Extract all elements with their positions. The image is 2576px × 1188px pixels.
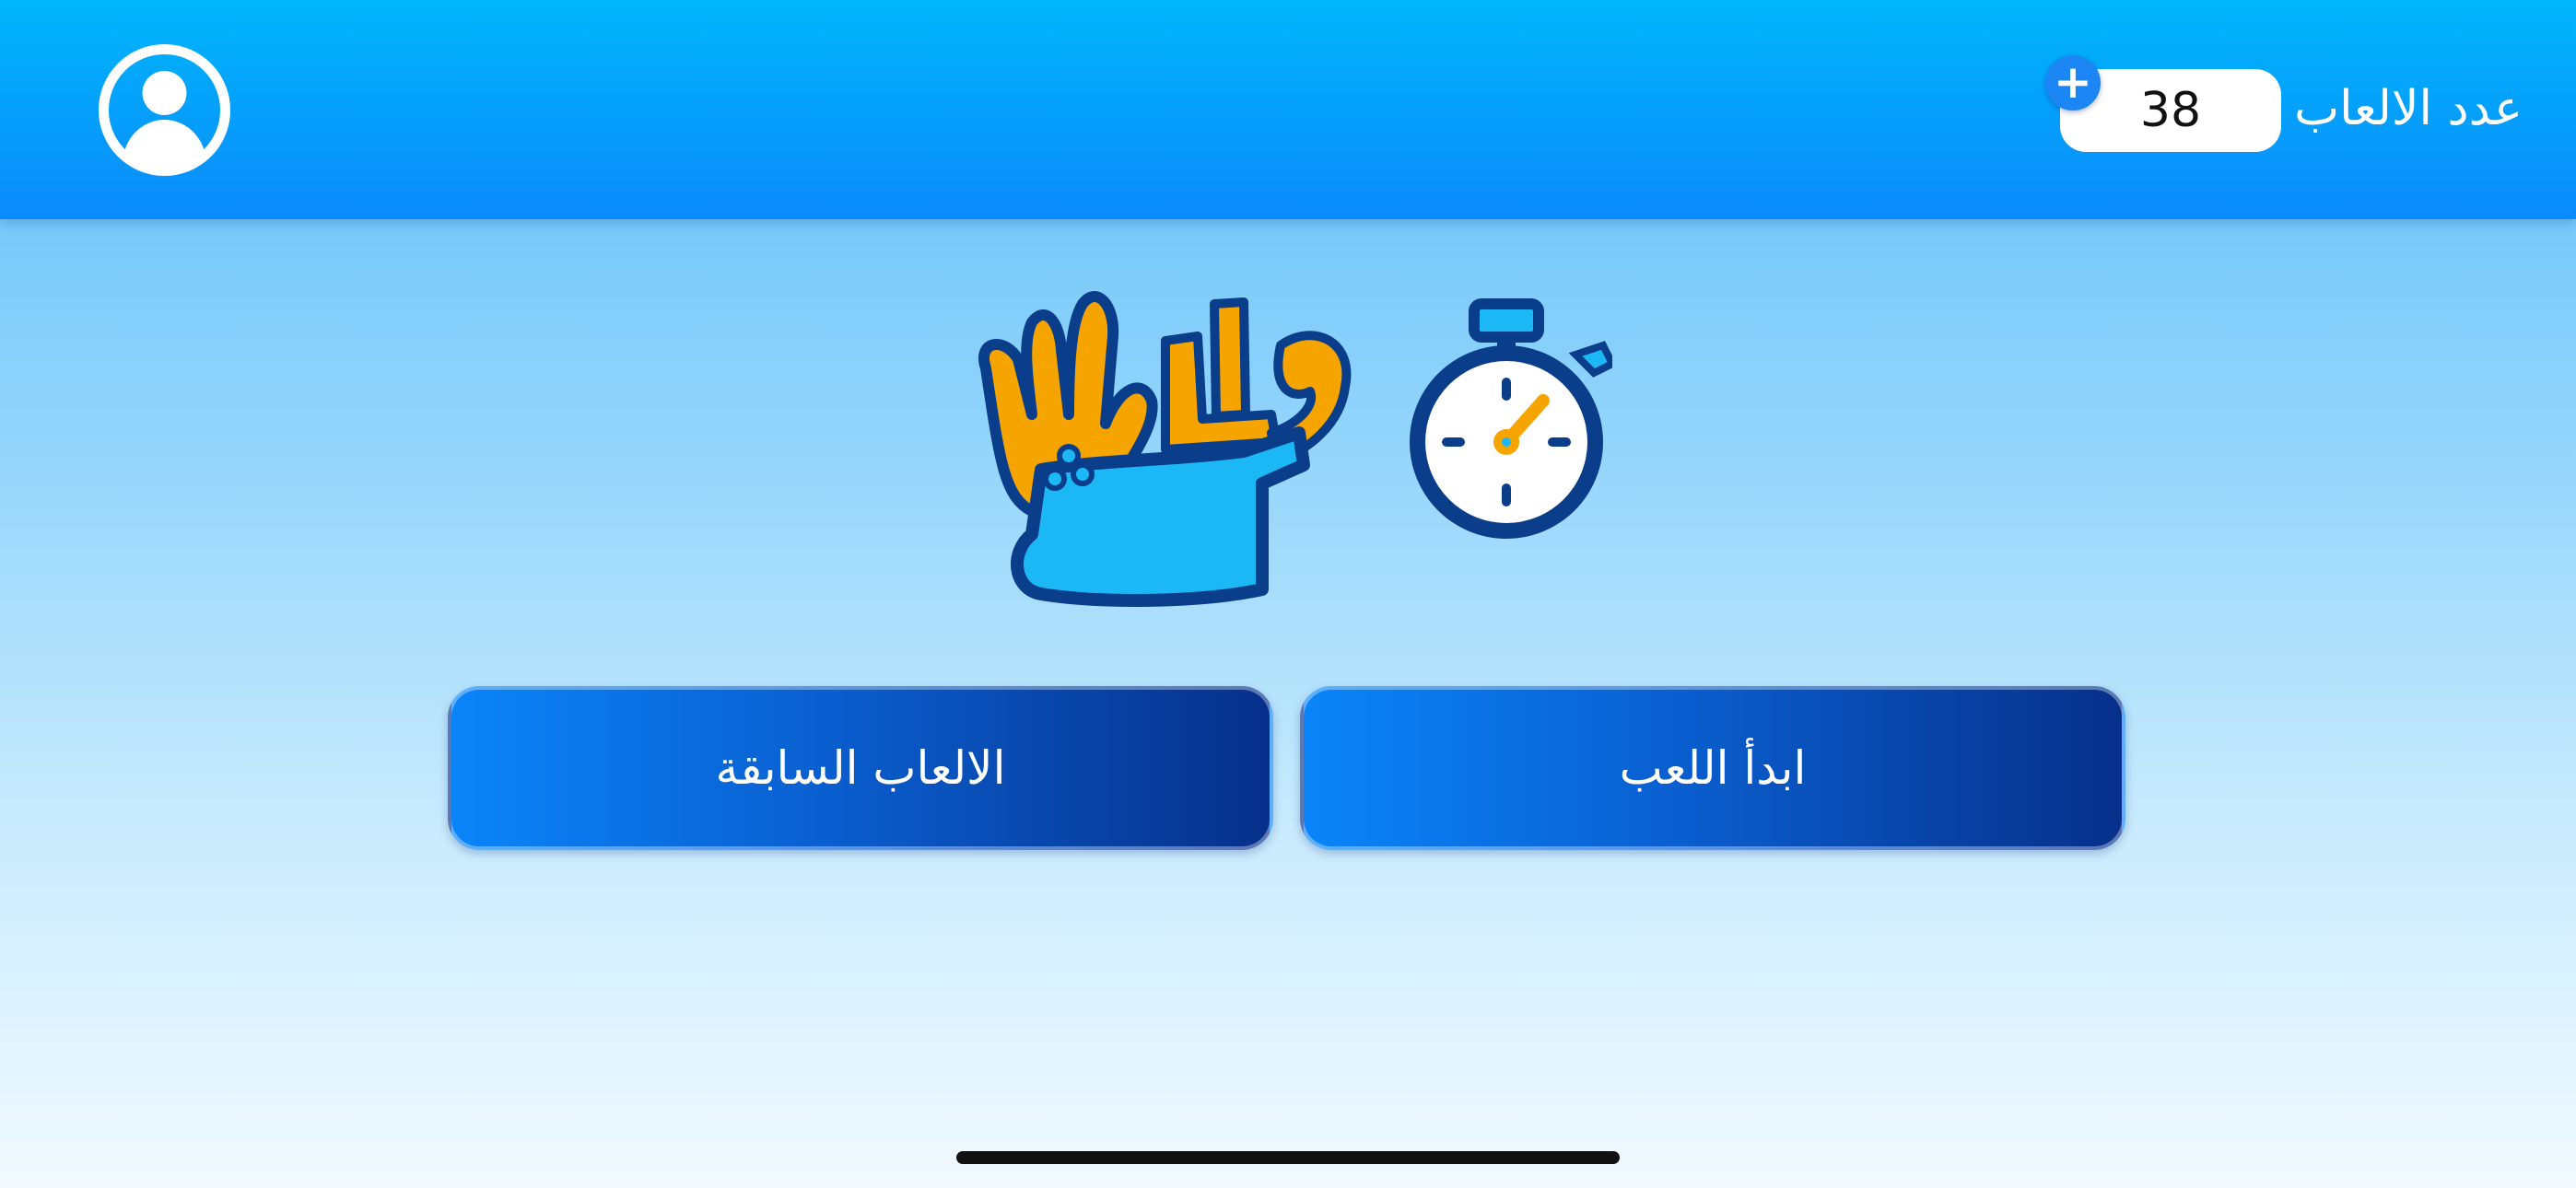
profile-button[interactable]	[97, 42, 232, 178]
previous-games-button[interactable]: الالعاب السابقة	[448, 686, 1273, 850]
plus-icon: +	[2054, 55, 2092, 109]
user-circle-icon	[99, 44, 230, 176]
home-indicator[interactable]	[956, 1151, 1620, 1164]
top-bar: عدد الالعاب 38 +	[0, 0, 2576, 219]
app-logo	[967, 285, 1618, 626]
add-games-button[interactable]: +	[2045, 55, 2101, 111]
games-count-label: عدد الالعاب	[2294, 81, 2523, 136]
start-game-button[interactable]: ابدأ اللعب	[1300, 686, 2125, 850]
stopwatch-icon	[1410, 298, 1618, 539]
